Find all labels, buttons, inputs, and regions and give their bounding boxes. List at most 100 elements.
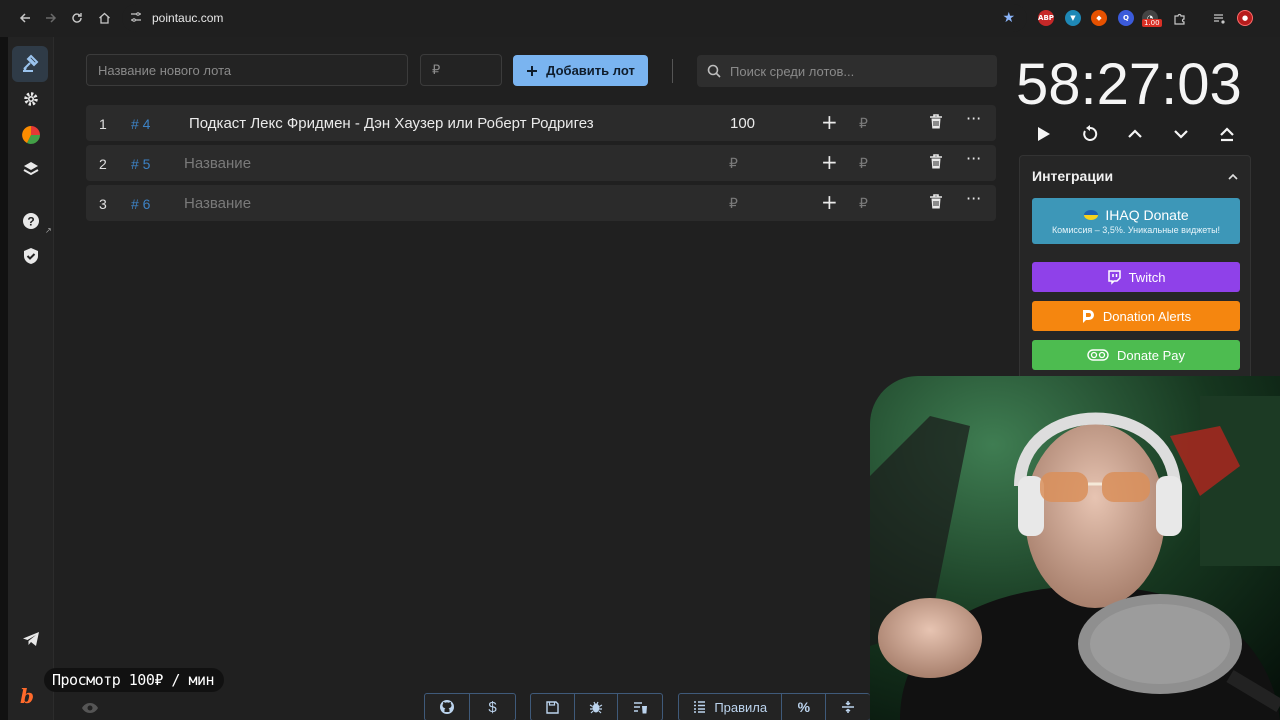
auction-timer: 58:27:03: [1016, 52, 1242, 117]
shield-check-icon[interactable]: [18, 243, 44, 269]
lot-search-input[interactable]: Поиск среди лотов...: [697, 55, 997, 87]
integrations-title: Интеграции: [1032, 168, 1114, 184]
window-edge: [0, 37, 8, 720]
bug-report-icon[interactable]: [575, 694, 619, 720]
fox-extension-icon[interactable]: ◆: [1091, 10, 1107, 26]
lot-row: 1 # 4 Подкаст Лекс Фридмен - Дэн Хаузер …: [86, 105, 996, 141]
integrations-panel: Интеграции IHAQ Donate Комиссия – 3,5%. …: [1019, 155, 1251, 385]
ihaq-label: IHAQ Donate: [1105, 207, 1189, 223]
add-amount-plus-icon[interactable]: +: [821, 150, 838, 174]
translate-extension-icon[interactable]: Q: [1118, 10, 1134, 26]
rules-list-icon: [694, 701, 706, 713]
bookmark-star-icon[interactable]: ★: [1002, 9, 1015, 26]
donation-alerts-button[interactable]: Donation Alerts: [1032, 301, 1240, 331]
save-icon[interactable]: [531, 694, 575, 720]
address-bar[interactable]: pointauc.com ★: [122, 4, 1027, 32]
lot-amount-input[interactable]: ₽: [729, 155, 738, 172]
delete-trash-icon[interactable]: [929, 154, 943, 175]
more-options-icon[interactable]: ···: [966, 109, 981, 128]
collapse-chevron-icon[interactable]: [1228, 168, 1238, 186]
ihaq-logo-icon: [1084, 210, 1099, 220]
lot-index: 3: [99, 196, 107, 212]
browser-toolbar: pointauc.com ★ ABP ▼ ◆ Q ◔ 1.00 ●: [0, 0, 1280, 37]
split-compress-icon[interactable]: [826, 694, 870, 720]
streamer-webcam-overlay: [870, 376, 1280, 720]
bottom-toolbar-tools: Правила %: [678, 693, 870, 720]
lot-name[interactable]: Подкаст Лекс Фридмен - Дэн Хаузер или Ро…: [189, 115, 594, 132]
site-settings-icon[interactable]: [130, 11, 146, 26]
more-options-icon[interactable]: ···: [966, 149, 981, 168]
rules-label: Правила: [714, 699, 768, 715]
add-lot-button[interactable]: Добавить лот: [513, 55, 648, 86]
help-question-icon[interactable]: ?: [18, 208, 44, 234]
ihaq-donate-button[interactable]: IHAQ Donate Комиссия – 3,5%. Уникальные …: [1032, 198, 1240, 244]
bottom-toolbar-actions: [530, 693, 663, 720]
auction-gavel-icon[interactable]: [12, 46, 48, 82]
ihaq-subtitle: Комиссия – 3,5%. Уникальные виджеты!: [1051, 225, 1221, 235]
reload-icon[interactable]: [64, 5, 90, 31]
more-options-icon[interactable]: ···: [966, 189, 981, 208]
donate-pay-button[interactable]: Donate Pay: [1032, 340, 1240, 370]
wheel-chart-icon[interactable]: [18, 122, 44, 148]
donation-alerts-icon: [1082, 309, 1094, 323]
lot-name-input[interactable]: Название: [184, 155, 251, 172]
lot-name-input[interactable]: Название: [184, 195, 251, 212]
percent-icon[interactable]: %: [782, 694, 827, 720]
lot-name-input[interactable]: Название нового лота: [86, 54, 408, 86]
extra-amount-input[interactable]: ₽: [859, 115, 868, 132]
extra-amount-input[interactable]: ₽: [859, 195, 868, 212]
extra-amount-input[interactable]: ₽: [859, 155, 868, 172]
svg-text:?: ?: [27, 215, 34, 229]
reset-timer-icon[interactable]: [1078, 122, 1102, 146]
github-icon[interactable]: [425, 694, 470, 720]
eye-icon[interactable]: [81, 701, 99, 719]
search-icon: [707, 64, 721, 78]
url-text: pointauc.com: [152, 11, 224, 25]
settings-gear-icon[interactable]: [18, 86, 44, 112]
search-placeholder: Поиск среди лотов...: [730, 63, 855, 79]
telegram-icon[interactable]: [18, 626, 44, 652]
clear-all-icon[interactable]: [618, 694, 662, 720]
app-sidebar: ? ↗: [8, 37, 54, 720]
lot-tag-link[interactable]: # 4: [131, 116, 150, 132]
delete-trash-icon[interactable]: [929, 114, 943, 135]
add-amount-plus-icon[interactable]: +: [821, 190, 838, 214]
forward-icon[interactable]: [38, 5, 64, 31]
add-lot-label: Добавить лот: [546, 63, 635, 78]
toolbar-divider: [672, 59, 673, 83]
lot-tag-link[interactable]: # 5: [131, 156, 150, 172]
media-controls-icon[interactable]: [1211, 10, 1227, 26]
twitch-icon: [1107, 269, 1121, 285]
donate-pay-label: Donate Pay: [1117, 347, 1185, 363]
chevron-up-icon[interactable]: [1123, 122, 1147, 146]
bottom-toolbar-links: $: [424, 693, 516, 720]
play-icon[interactable]: [1032, 122, 1056, 146]
extension-badge: 1.00: [1142, 19, 1162, 27]
twitch-button[interactable]: Twitch: [1032, 262, 1240, 292]
home-icon[interactable]: [91, 5, 117, 31]
chevron-down-icon[interactable]: [1169, 122, 1193, 146]
shield-extension-icon[interactable]: ▼: [1065, 10, 1081, 26]
streamer-logo-icon: b: [20, 684, 34, 708]
plus-icon: [527, 65, 538, 76]
donate-pay-icon: [1087, 349, 1109, 361]
rules-button[interactable]: Правила: [679, 694, 783, 720]
puzzle-extensions-icon[interactable]: [1171, 10, 1187, 26]
lot-row: 2 # 5 Название ₽ + ₽ ···: [86, 145, 996, 181]
add-amount-plus-icon[interactable]: +: [821, 110, 838, 134]
twitch-label: Twitch: [1128, 269, 1166, 285]
lot-amount-input[interactable]: ₽: [729, 195, 738, 212]
donation-alerts-label: Donation Alerts: [1102, 308, 1192, 324]
donate-dollar-icon[interactable]: $: [470, 694, 515, 720]
double-chevron-up-icon[interactable]: [1215, 122, 1239, 146]
lot-tag-link[interactable]: # 6: [131, 196, 150, 212]
delete-trash-icon[interactable]: [929, 194, 943, 215]
back-icon[interactable]: [12, 5, 38, 31]
lot-amount-input[interactable]: ₽: [420, 54, 502, 86]
view-price-banner: Просмотр 100₽ / мин: [44, 668, 224, 692]
profile-avatar-icon[interactable]: ●: [1237, 10, 1253, 26]
adblock-extension-icon[interactable]: ABP: [1038, 10, 1054, 26]
lot-amount[interactable]: 100: [730, 115, 755, 132]
layers-icon[interactable]: [18, 156, 44, 182]
lot-index: 2: [99, 156, 107, 172]
